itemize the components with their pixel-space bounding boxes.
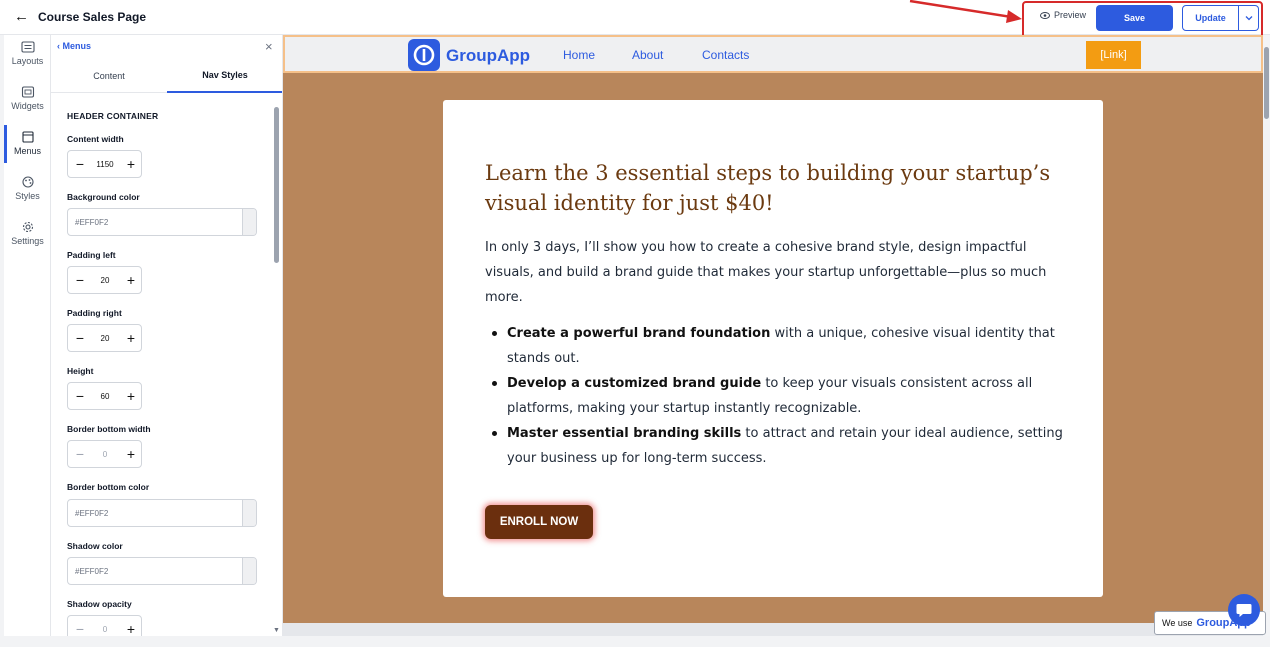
hero-intro: In only 3 days, I’ll show you how to cre… <box>485 240 1047 305</box>
content-width-decrement-button[interactable]: − <box>72 156 88 172</box>
padding-left-decrement-button[interactable]: − <box>72 272 88 288</box>
padding-right-value[interactable]: 20 <box>88 334 122 343</box>
benefit-list: Create a powerful brand foundation with … <box>485 321 1065 471</box>
tab-content[interactable]: Content <box>51 59 167 93</box>
background-color-label: Background color <box>67 192 140 202</box>
canvas-bottom-strip <box>283 623 1263 636</box>
border-bottom-color-swatch[interactable] <box>242 500 256 526</box>
padding-right-decrement-button[interactable]: − <box>72 330 88 346</box>
badge-prefix: We use <box>1162 618 1193 628</box>
shadow-color-label: Shadow color <box>67 541 123 551</box>
left-rail: Layouts Widgets Menus Styles Settings <box>4 35 51 636</box>
height-decrement-button[interactable]: − <box>72 388 88 404</box>
border-bottom-width-stepper: − 0 + <box>67 440 142 468</box>
border-bottom-width-decrement-button[interactable]: − <box>72 446 88 462</box>
nav-link-home[interactable]: Home <box>563 48 595 62</box>
rail-item-layouts[interactable]: Layouts <box>4 41 51 66</box>
benefit-bold: Develop a customized brand guide <box>507 376 762 391</box>
benefit-bold: Master essential branding skills <box>507 426 742 441</box>
site-header[interactable]: GroupApp Home About Contacts [Link] <box>283 35 1263 73</box>
background-color-field[interactable]: #EFF0F2 <box>67 208 257 236</box>
shadow-opacity-label: Shadow opacity <box>67 599 132 609</box>
shadow-color-value: #EFF0F2 <box>75 567 109 576</box>
palette-icon <box>21 176 34 188</box>
menus-icon <box>21 131 34 143</box>
padding-right-label: Padding right <box>67 308 122 318</box>
shadow-opacity-decrement-button[interactable]: − <box>72 621 88 636</box>
scroll-down-icon[interactable]: ▼ <box>273 627 280 634</box>
list-item: Create a powerful brand foundation with … <box>485 321 1065 371</box>
site-logo-text[interactable]: GroupApp <box>446 46 530 66</box>
border-bottom-width-label: Border bottom width <box>67 424 151 434</box>
padding-left-value[interactable]: 20 <box>88 276 122 285</box>
height-stepper: − 60 + <box>67 382 142 410</box>
annotation-arrow-icon <box>909 0 1022 23</box>
list-item: Master essential branding skills to attr… <box>485 421 1065 471</box>
rail-item-styles[interactable]: Styles <box>4 176 51 201</box>
rail-label-widgets: Widgets <box>11 101 44 111</box>
canvas-scroll-thumb[interactable] <box>1264 47 1269 119</box>
padding-left-stepper: − 20 + <box>67 266 142 294</box>
content-width-label: Content width <box>67 134 124 144</box>
rail-item-menus[interactable]: Menus <box>4 131 51 156</box>
shadow-color-swatch[interactable] <box>242 558 256 584</box>
canvas-scrollbar[interactable] <box>1263 35 1270 636</box>
content-width-stepper: − 1150 + <box>67 150 142 178</box>
layouts-icon <box>20 41 35 53</box>
tab-nav-styles[interactable]: Nav Styles <box>167 59 282 93</box>
border-bottom-width-increment-button[interactable]: + <box>123 446 139 462</box>
back-to-menus-label: Menus <box>62 41 92 51</box>
back-arrow-icon[interactable]: ← <box>14 8 32 26</box>
annotation-highlight-box <box>1022 1 1263 39</box>
close-icon[interactable]: × <box>265 39 273 54</box>
padding-left-increment-button[interactable]: + <box>123 272 139 288</box>
padding-left-label: Padding left <box>67 250 116 260</box>
nav-link-contacts[interactable]: Contacts <box>702 48 749 62</box>
page-title: Course Sales Page <box>38 10 147 24</box>
settings-panel: ‹ Menus × Content Nav Styles HEADER CONT… <box>51 35 283 636</box>
section-title: HEADER CONTAINER <box>67 111 159 121</box>
border-bottom-color-label: Border bottom color <box>67 482 150 492</box>
height-label: Height <box>67 366 94 376</box>
background-color-swatch[interactable] <box>242 209 256 235</box>
nav-cta-button[interactable]: [Link] <box>1086 41 1141 69</box>
groupapp-logo-icon <box>408 39 440 71</box>
border-bottom-width-value[interactable]: 0 <box>88 450 122 459</box>
rail-item-widgets[interactable]: Widgets <box>4 86 51 111</box>
rail-label-settings: Settings <box>11 236 44 246</box>
content-width-increment-button[interactable]: + <box>123 156 139 172</box>
gear-icon <box>22 221 33 233</box>
height-value[interactable]: 60 <box>88 392 122 401</box>
page-canvas: GroupApp Home About Contacts [Link] Lear… <box>283 35 1263 623</box>
list-item: Develop a customized brand guide to keep… <box>485 371 1065 421</box>
chat-bubble-icon[interactable] <box>1228 594 1260 626</box>
shadow-opacity-increment-button[interactable]: + <box>123 621 139 636</box>
height-increment-button[interactable]: + <box>123 388 139 404</box>
benefit-bold: Create a powerful brand foundation <box>507 326 771 341</box>
shadow-opacity-value[interactable]: 0 <box>88 625 122 634</box>
border-bottom-color-value: #EFF0F2 <box>75 509 109 518</box>
padding-right-stepper: − 20 + <box>67 324 142 352</box>
rail-label-layouts: Layouts <box>11 56 44 66</box>
rail-item-settings[interactable]: Settings <box>4 221 51 246</box>
panel-header: ‹ Menus × <box>51 35 282 59</box>
enroll-now-button[interactable]: ENROLL NOW <box>485 505 593 539</box>
hero-headline: Learn the 3 essential steps to building … <box>485 161 1051 215</box>
background-color-value: #EFF0F2 <box>75 218 109 227</box>
rail-label-styles: Styles <box>15 191 40 201</box>
nav-link-about[interactable]: About <box>632 48 663 62</box>
back-to-menus-link[interactable]: ‹ Menus <box>57 41 91 51</box>
content-width-value[interactable]: 1150 <box>88 160 122 169</box>
rail-label-menus: Menus <box>13 146 41 156</box>
widgets-icon <box>21 86 34 98</box>
border-bottom-color-field[interactable]: #EFF0F2 <box>67 499 257 527</box>
padding-right-increment-button[interactable]: + <box>123 330 139 346</box>
panel-scrollbar[interactable] <box>274 107 279 263</box>
shadow-color-field[interactable]: #EFF0F2 <box>67 557 257 585</box>
hero-card: Learn the 3 essential steps to building … <box>443 100 1103 597</box>
shadow-opacity-stepper: − 0 + <box>67 615 142 636</box>
